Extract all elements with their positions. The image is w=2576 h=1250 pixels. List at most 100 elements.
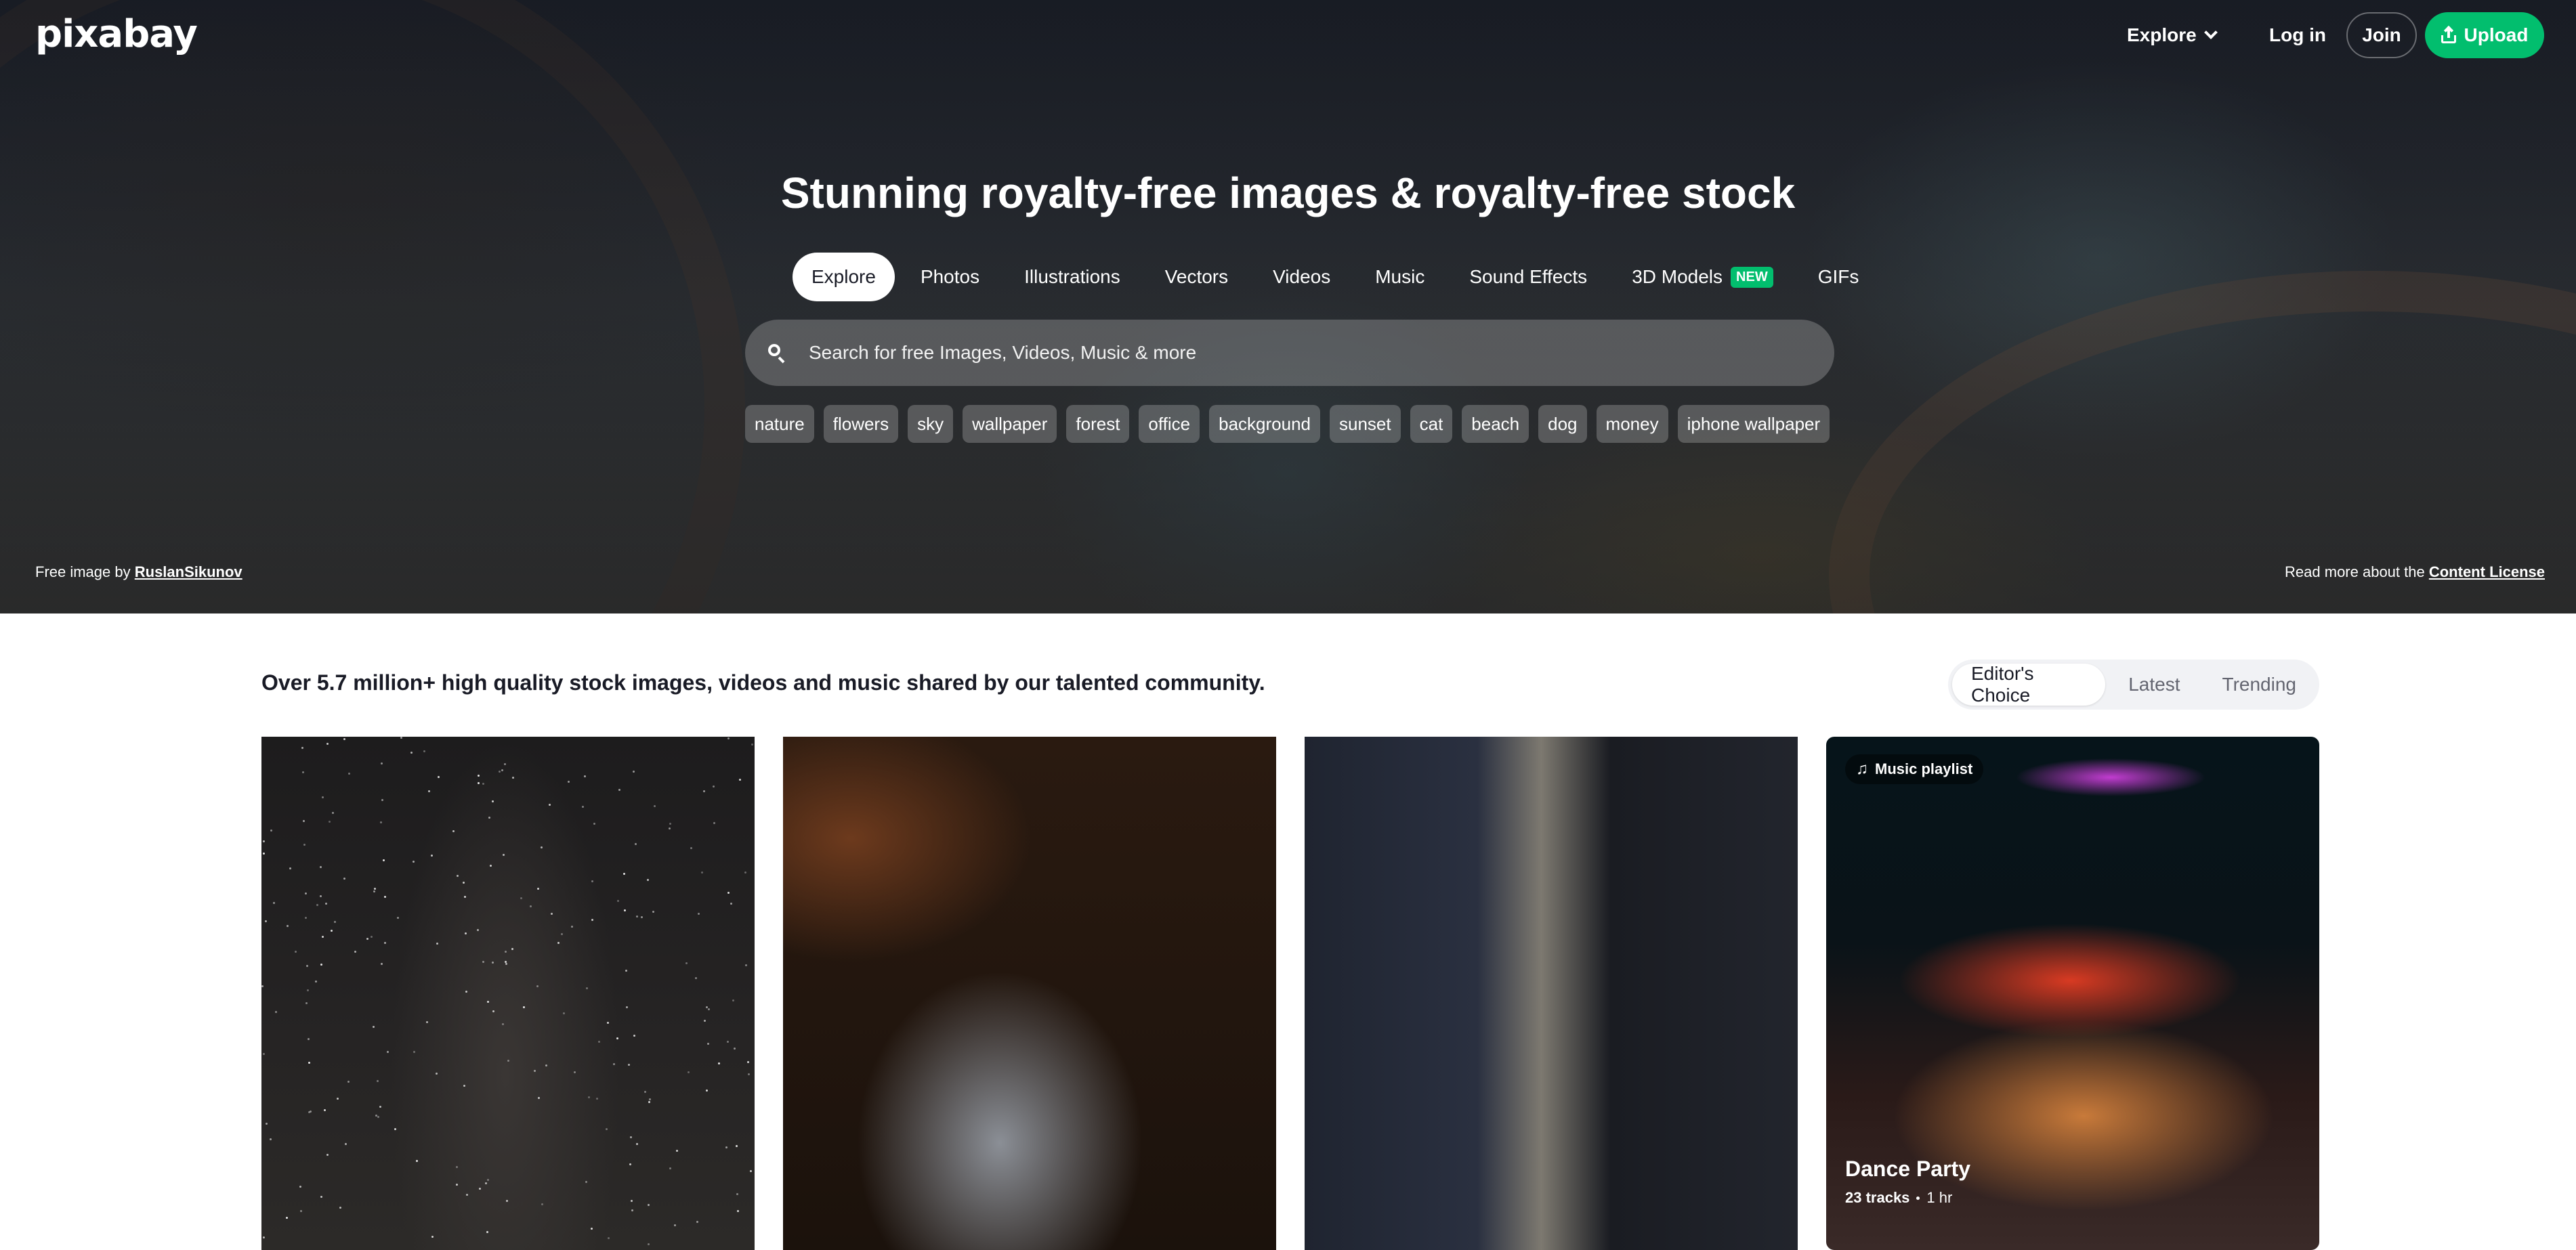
- sort-editors-choice[interactable]: Editor's Choice: [1952, 663, 2106, 706]
- tab-3d-models[interactable]: 3D Models NEW: [1613, 253, 1792, 301]
- tag-chip[interactable]: nature: [745, 405, 814, 443]
- tag-chip[interactable]: money: [1596, 405, 1668, 443]
- star-dot: [320, 964, 322, 966]
- star-dot: [628, 1064, 630, 1066]
- star-dot: [343, 878, 345, 880]
- star-dot: [270, 1138, 272, 1140]
- tag-chip[interactable]: cat: [1410, 405, 1453, 443]
- star-dot: [571, 926, 573, 928]
- star-dot: [706, 1090, 708, 1092]
- star-dot: [337, 1098, 339, 1100]
- star-dot: [394, 1128, 396, 1130]
- music-note-icon: ♫: [1856, 760, 1868, 778]
- tag-chip[interactable]: wallpaper: [963, 405, 1057, 443]
- star-dot: [523, 1006, 525, 1008]
- star-dot: [503, 854, 505, 856]
- tag-chip[interactable]: sky: [908, 405, 954, 443]
- star-dot: [332, 812, 334, 814]
- star-dot: [623, 873, 625, 875]
- tab-videos[interactable]: Videos: [1254, 253, 1349, 301]
- star-dot: [629, 1163, 631, 1165]
- star-dot: [695, 977, 697, 979]
- star-dot: [488, 817, 490, 819]
- star-dot: [379, 1106, 381, 1108]
- search-icon[interactable]: [768, 344, 786, 362]
- star-dot: [397, 917, 399, 919]
- star-dot: [302, 771, 304, 773]
- star-dot: [485, 1182, 487, 1184]
- star-dot: [534, 1070, 536, 1072]
- star-dot: [507, 1060, 509, 1062]
- star-dot: [512, 777, 514, 779]
- star-dot: [690, 847, 692, 849]
- playlist-meta: 23 tracks 1 hr: [1845, 1189, 1952, 1207]
- star-dot: [584, 775, 586, 777]
- music-playlist-badge: ♫ Music playlist: [1845, 754, 1984, 784]
- star-dot: [387, 1051, 389, 1053]
- star-dot: [307, 989, 309, 991]
- star-dot: [303, 820, 305, 822]
- pixabay-logo[interactable]: pixabay: [35, 12, 198, 56]
- tag-chip[interactable]: background: [1209, 405, 1320, 443]
- image-card-knight[interactable]: [783, 737, 1276, 1250]
- star-dot: [648, 1101, 650, 1103]
- tag-chip[interactable]: forest: [1066, 405, 1130, 443]
- upload-button[interactable]: Upload: [2425, 12, 2544, 58]
- star-dot: [586, 987, 588, 989]
- star-dot: [465, 991, 467, 993]
- star-dot: [520, 897, 522, 899]
- star-dot: [416, 1160, 418, 1162]
- star-dot: [478, 775, 480, 777]
- image-card-milky-way[interactable]: [261, 737, 755, 1250]
- star-dot: [708, 1008, 710, 1010]
- star-dot: [596, 1098, 598, 1100]
- star-dot: [688, 1071, 690, 1073]
- hero-title: Stunning royalty-free images & royalty-f…: [780, 169, 1796, 217]
- credit-author-link[interactable]: RuslanSikunov: [135, 563, 242, 580]
- star-dot: [707, 1043, 709, 1045]
- music-playlist-card[interactable]: ♫ Music playlist Dance Party 23 tracks 1…: [1826, 737, 2319, 1250]
- tab-music[interactable]: Music: [1356, 253, 1443, 301]
- tab-explore[interactable]: Explore: [793, 253, 895, 301]
- star-dot: [305, 1002, 308, 1004]
- star-dot: [343, 738, 345, 740]
- content-license-link[interactable]: Content License: [2429, 563, 2545, 580]
- star-dot: [431, 1236, 434, 1238]
- hero-banner: pixabay Explore Log in Join Upload Stunn…: [0, 0, 2576, 613]
- tag-chip[interactable]: beach: [1462, 405, 1529, 443]
- star-dot: [490, 865, 492, 867]
- tab-gifs[interactable]: GIFs: [1799, 253, 1878, 301]
- tag-chip[interactable]: iphone wallpaper: [1677, 405, 1830, 443]
- star-dot: [410, 752, 413, 754]
- tab-sound-effects[interactable]: Sound Effects: [1450, 253, 1606, 301]
- star-dot: [325, 903, 327, 905]
- star-dot: [377, 1080, 379, 1082]
- tag-chip[interactable]: dog: [1538, 405, 1587, 443]
- login-link[interactable]: Log in: [2269, 20, 2326, 50]
- star-dot: [701, 871, 703, 874]
- explore-menu-button[interactable]: Explore: [2127, 19, 2218, 51]
- star-dot: [466, 1194, 468, 1196]
- sort-latest[interactable]: Latest: [2109, 664, 2199, 706]
- tag-chip[interactable]: sunset: [1330, 405, 1401, 443]
- star-dot: [504, 763, 506, 765]
- star-dot: [326, 1154, 329, 1156]
- search-input[interactable]: [809, 342, 1791, 364]
- star-dot: [487, 1179, 489, 1181]
- star-dot: [588, 1096, 590, 1098]
- sort-trending[interactable]: Trending: [2203, 664, 2315, 706]
- star-dot: [413, 861, 415, 863]
- tab-photos[interactable]: Photos: [902, 253, 998, 301]
- star-dot: [654, 805, 656, 807]
- tag-chip[interactable]: flowers: [823, 405, 899, 443]
- playlist-duration: 1 hr: [1926, 1189, 1953, 1206]
- tab-illustrations[interactable]: Illustrations: [1005, 253, 1139, 301]
- star-dot: [713, 822, 715, 824]
- join-button[interactable]: Join: [2346, 12, 2417, 58]
- star-dot: [732, 999, 734, 1001]
- star-dot: [636, 915, 638, 918]
- image-card-roses[interactable]: [1305, 737, 1798, 1250]
- star-dot: [463, 1085, 465, 1087]
- tab-vectors[interactable]: Vectors: [1146, 253, 1247, 301]
- tag-chip[interactable]: office: [1139, 405, 1200, 443]
